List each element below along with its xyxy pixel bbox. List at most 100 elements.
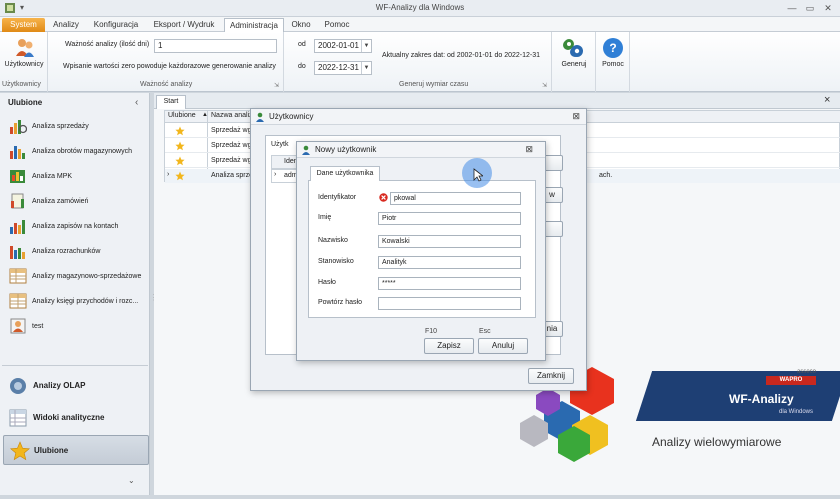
tab-okno[interactable]: Okno [288, 18, 314, 32]
minimize-icon[interactable]: — [785, 2, 799, 14]
favorite-item[interactable]: Analiza MPK [6, 165, 150, 189]
save-shortcut: F10 [425, 328, 438, 335]
mouse-cursor-icon [473, 168, 483, 182]
row-indicator-icon: › [274, 171, 277, 178]
close-icon[interactable]: ⊠ [572, 109, 580, 124]
time-group-label: Generuj wymiar czasu [399, 81, 469, 88]
tab-eksport[interactable]: Eksport / Wydruk [150, 18, 218, 32]
tab-konfiguracja[interactable]: Konfiguracja [88, 18, 144, 32]
chevron-down-icon[interactable]: ▼ [361, 40, 371, 52]
generate-button-icon[interactable] [562, 37, 584, 59]
users-button-label[interactable]: Użytkownicy [2, 61, 46, 68]
password-field[interactable]: ***** [378, 277, 521, 290]
new-user-small-icon [301, 145, 311, 155]
group-launcher-icon[interactable]: ⇲ [542, 82, 547, 89]
ribbon: Użytkownicy Użytkownicy Ważność analizy … [0, 32, 840, 92]
star-icon [175, 156, 185, 166]
last-name-label: Nazwisko [318, 237, 348, 244]
save-button[interactable]: Zapisz [424, 338, 474, 354]
date-from-input[interactable]: 2002-01-01 ▼ [314, 39, 372, 53]
sidebar-title: Ulubione [8, 98, 43, 107]
date-from-label: od [298, 41, 306, 48]
help-button-label[interactable]: Pomoc [596, 61, 630, 68]
favorite-item[interactable]: Analizy magazynowo-sprzedażowe [6, 265, 150, 289]
date-to-label: do [298, 63, 306, 70]
validity-group: Ważność analizy (ilość dni) 1 Wpisanie w… [48, 32, 284, 92]
repeat-password-label: Powtórz hasło [318, 299, 362, 306]
user-report-icon [9, 317, 27, 335]
spreadsheet-icon [9, 267, 27, 285]
users-tab[interactable]: Użytk [271, 141, 289, 148]
svg-text:?: ? [609, 41, 616, 55]
wapro-logo: WAPRO [766, 376, 816, 385]
validity-group-label: Ważność analizy [140, 81, 193, 88]
repeat-password-field[interactable] [378, 297, 521, 310]
collapse-icon[interactable]: ‹ [135, 97, 138, 108]
generate-group: Generuj [552, 32, 596, 92]
position-field[interactable]: Analityk [378, 256, 521, 269]
new-user-titlebar: Nowy użytkownik ⊠ [297, 142, 545, 158]
col-header-favorites[interactable]: Ulubione [168, 112, 196, 119]
favorite-item[interactable]: Analiza sprzedaży [6, 115, 150, 139]
chart-icon [9, 117, 27, 135]
favorite-item[interactable]: Analiza zapisów na kontach [6, 215, 150, 239]
error-icon [379, 193, 388, 202]
tab-administracja[interactable]: Administracja [224, 18, 284, 32]
sidebar-divider [2, 365, 148, 366]
tab-start[interactable]: Start [156, 95, 186, 109]
tab-pomoc[interactable]: Pomoc [322, 18, 352, 32]
menu-bar: System Analizy Konfiguracja Eksport / Wy… [0, 17, 840, 32]
favorite-item[interactable]: Analiza zamówień [6, 190, 150, 214]
document-tabs [154, 93, 840, 109]
close-button[interactable]: Zamknij [528, 368, 574, 384]
nav-analytic-views[interactable]: Widoki analityczne [3, 405, 149, 431]
star-icon [175, 141, 185, 151]
first-name-field[interactable]: Piotr [378, 212, 521, 225]
tab-analizy[interactable]: Analizy [50, 18, 82, 32]
identifier-field[interactable]: pkowal [390, 192, 521, 205]
favorites-sidebar: Ulubione ‹ Analiza sprzedaży Analiza obr… [0, 93, 158, 495]
nav-favorites[interactable]: Ulubione [3, 435, 149, 465]
tagline: Analizy wielowymiarowe [652, 435, 782, 449]
tab-system[interactable]: System [2, 18, 45, 32]
tab-user-data[interactable]: Dane użytkownika [310, 166, 380, 181]
last-name-field[interactable]: Kowalski [378, 235, 521, 248]
close-icon[interactable]: ⊠ [525, 142, 533, 157]
users-dialog-titlebar: Użytkownicy ⊠ [251, 109, 586, 125]
close-icon[interactable]: ✕ [821, 2, 835, 14]
validity-days-input[interactable]: 1 [154, 39, 277, 53]
row-indicator-icon: › [167, 171, 170, 178]
users-group: Użytkownicy Użytkownicy [0, 32, 48, 92]
cancel-button[interactable]: Anuluj [478, 338, 528, 354]
title-bar: ▾ WF-Analizy dla Windows — ▭ ✕ [0, 0, 840, 17]
generate-button-label[interactable]: Generuj [554, 61, 594, 68]
settlements-icon [9, 242, 27, 260]
group-launcher-icon[interactable]: ⇲ [274, 82, 279, 89]
asseco-logo: asseco [796, 369, 816, 375]
favorite-item[interactable]: test [6, 315, 150, 339]
ledger-icon [9, 217, 27, 235]
cost-center-icon [9, 167, 27, 185]
users-small-icon [255, 112, 265, 122]
book-icon [9, 292, 27, 310]
star-icon [175, 171, 185, 181]
close-tab-icon[interactable]: × [824, 94, 830, 106]
help-group: ? Pomoc [596, 32, 630, 92]
nav-olap[interactable]: Analizy OLAP [3, 373, 149, 399]
identifier-label: Identyfikator [318, 194, 357, 201]
validity-label: Ważność analizy (ilość dni) [65, 41, 150, 48]
users-icon[interactable] [14, 37, 36, 59]
first-name-label: Imię [318, 214, 332, 221]
orders-icon [9, 192, 27, 210]
favorite-item[interactable]: Analiza rozrachunków [6, 240, 150, 264]
more-chevron-icon[interactable]: ⌄ [128, 476, 135, 485]
maximize-icon[interactable]: ▭ [803, 2, 817, 14]
help-icon[interactable]: ? [602, 37, 624, 59]
brand-subtitle: dla Windows [779, 409, 814, 415]
favorite-item[interactable]: Analiza obrotów magazynowych [6, 140, 150, 164]
chevron-down-icon[interactable]: ▼ [361, 62, 371, 74]
date-to-input[interactable]: 2022-12-31 ▼ [314, 61, 372, 75]
favorite-item[interactable]: Analizy księgi przychodów i rozc... [6, 290, 150, 314]
window-title: WF-Analizy dla Windows [375, 3, 465, 12]
validity-note: Wpisanie wartości zero powoduje każdoraz… [63, 63, 276, 70]
